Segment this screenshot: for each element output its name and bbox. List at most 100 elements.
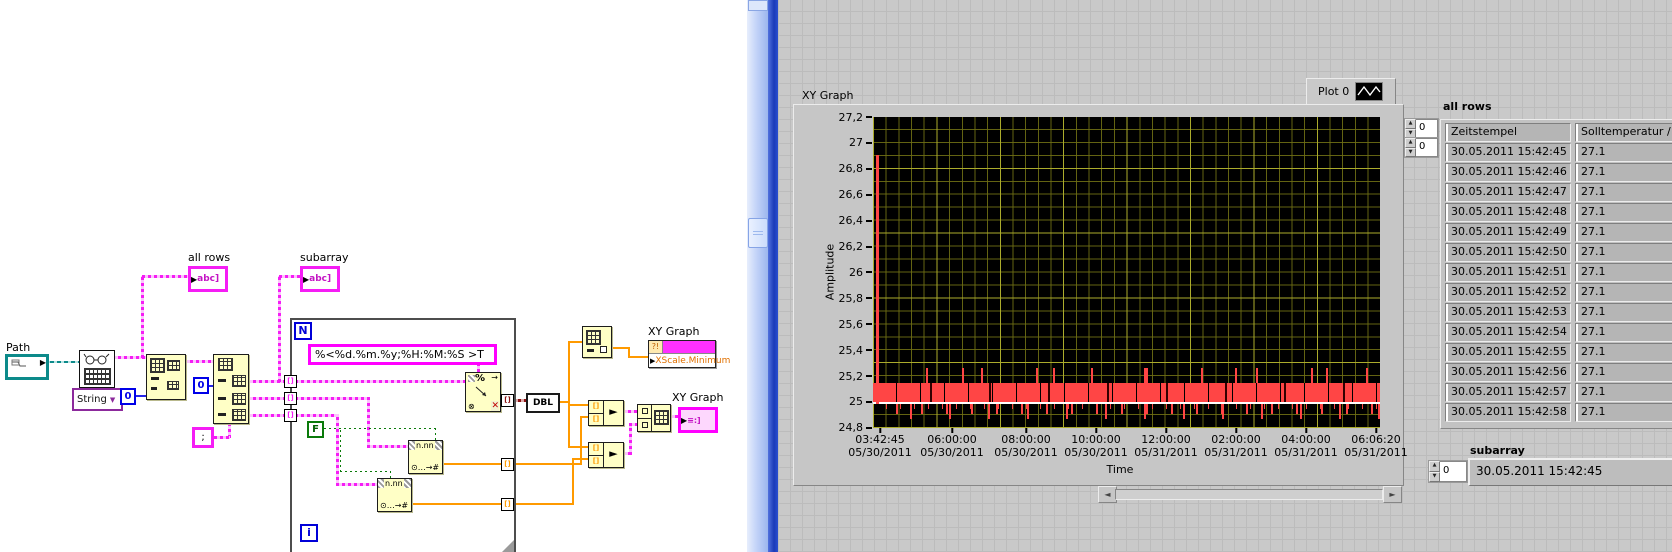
block-diagram-vertical-scrollbar[interactable] [747,0,768,552]
table-row: 30.05.2011 15:42:51 27.1 [1445,263,1672,282]
subarray-index-spinner[interactable]: ▲ ▼ 0 [1428,460,1468,483]
timestamp-cell[interactable]: 30.05.2011 15:42:47 [1445,183,1571,202]
temperature-cell[interactable]: 27.1 [1575,363,1672,382]
plot-legend[interactable]: Plot 0 [1306,78,1396,105]
temperature-cell[interactable]: 27.1 [1575,283,1672,302]
table-row: 30.05.2011 15:42:49 27.1 [1445,223,1672,242]
temperature-cell[interactable]: 27.1 [1575,203,1672,222]
timestamp-cell[interactable]: 30.05.2011 15:42:51 [1445,263,1571,282]
path-control[interactable]: ▶ [5,354,49,380]
index-constant-0[interactable]: 0 [120,388,136,405]
column-index-value[interactable]: 0 [1416,138,1438,157]
false-constant[interactable]: F [307,421,324,438]
subarray-string-element[interactable]: 30.05.2011 15:42:45 [1468,458,1672,486]
timestamp-cell[interactable]: 30.05.2011 15:42:48 [1445,203,1571,222]
timestamp-cell[interactable]: 30.05.2011 15:42:53 [1445,303,1571,322]
increment-button[interactable]: ▲ [1405,138,1416,148]
timestamp-cell[interactable]: 30.05.2011 15:42:57 [1445,383,1571,402]
temperature-cell[interactable]: 27.1 [1575,323,1672,342]
temperature-cell[interactable]: 27.1 [1575,303,1672,322]
string-type-selector[interactable]: String ▼ [72,388,123,411]
temperature-cell[interactable]: 27.1 [1575,183,1672,202]
tunnel-icon: [] [284,392,297,405]
to-double-conversion[interactable]: DBL [526,393,560,413]
subarray-index-value[interactable]: 0 [1440,461,1467,482]
read-spreadsheet-file-node[interactable] [79,350,115,388]
array-grid-icon [232,409,246,421]
table-row: 30.05.2011 15:42:46 27.1 [1445,163,1672,182]
y-tick: 27 [849,136,872,149]
bundle-node[interactable]: [] [] ► [588,442,624,468]
y-tick-mark [866,167,872,170]
table-column-index-spinner[interactable]: ▲ ▼ 0 [1404,137,1439,158]
timestamp-cell[interactable]: 30.05.2011 15:42:49 [1445,223,1571,242]
timestamp-cell[interactable]: 30.05.2011 15:42:52 [1445,283,1571,302]
percent-icon: % [475,373,486,384]
temperature-cell[interactable]: 27.1 [1575,343,1672,362]
y-tick: 25,6 [839,318,872,331]
y-tick-mark [866,193,872,196]
timestamp-cell[interactable]: 30.05.2011 15:42:55 [1445,343,1571,362]
xy-graph-property-node[interactable]: ?! ▶ XScale.Minimum [648,340,730,368]
timestamp-cell[interactable]: 30.05.2011 15:42:58 [1445,403,1571,422]
graph-scrollbar-track[interactable] [1115,489,1383,500]
property-name[interactable]: XScale.Minimum [655,356,730,366]
temperature-cell[interactable]: 27.1 [1575,223,1672,242]
scan-from-string-node[interactable]: % → ⊗ ✕ [465,372,501,412]
element-dots-icon [218,379,226,382]
graph-title: XY Graph [802,89,854,102]
table-header-cell[interactable]: Solltemperatur / °C [1575,123,1672,142]
increment-button[interactable]: ▲ [1429,461,1440,472]
to-number-glyph: ⊙…→# [411,463,440,472]
loop-count-terminal: N [294,322,312,340]
all-rows-terminal[interactable]: ▶ abc] [188,266,228,292]
circled-dot-icon: ⊗ [468,402,475,411]
xy-graph-terminal[interactable]: ▶ ≡:] [678,407,718,433]
timestamp-cell[interactable]: 30.05.2011 15:42:54 [1445,323,1571,342]
y-axis-scale[interactable]: 27,2 27 26,8 26,6 26,4 26,2 26 25,8 25,6 25,4 25,2… [808,111,872,434]
temperature-cell[interactable]: 27.1 [1575,383,1672,402]
index-array-node[interactable] [213,354,249,424]
temperature-cell[interactable]: 27.1 [1575,403,1672,422]
index-array-node-small[interactable] [582,326,612,358]
temperature-cell[interactable]: 27.1 [1575,143,1672,162]
decrement-button[interactable]: ▼ [1405,147,1416,157]
table-row-index-spinner[interactable]: ▲ ▼ 0 [1404,118,1439,139]
row-index-value[interactable]: 0 [1416,119,1438,138]
checker-icon [468,375,475,382]
fract-string-to-number-node[interactable]: n.nn ⊙…→# [408,440,443,474]
up-arrow-icon: ▲ [1408,139,1413,145]
x-axis-scale[interactable]: 03:42:45 05/30/2011 06:00:00 05/30/2011 … [848,428,1408,462]
down-arrow-icon: ▼ [1432,472,1437,479]
build-array-node[interactable] [637,404,671,432]
timestamp-cell[interactable]: 30.05.2011 15:42:56 [1445,363,1571,382]
bundle-arrow-icon: ► [609,405,618,418]
temperature-cell[interactable]: 27.1 [1575,243,1672,262]
wire-dbl [568,341,570,448]
all-rows-table[interactable]: Zeitstempel Solltemperatur / °C 30.05.20… [1440,119,1672,429]
timestamp-cell[interactable]: 30.05.2011 15:42:45 [1445,143,1571,162]
increment-button[interactable]: ▲ [1405,119,1416,129]
temperature-cell[interactable]: 27.1 [1575,163,1672,182]
graph-scroll-right-button[interactable]: ► [1383,486,1402,503]
bundle-node[interactable]: [] [] ► [588,400,624,426]
subarray-terminal[interactable]: ▶ abc] [300,266,340,292]
timestamp-cell[interactable]: 30.05.2011 15:42:46 [1445,163,1571,182]
scrollbar-top-button[interactable] [748,0,768,11]
temperature-cell[interactable]: 27.1 [1575,263,1672,282]
index-constant-0b[interactable]: 0 [193,377,209,394]
labview-screenshot: Path all rows subarray ▶ String ▼ 0 0 ; … [0,0,1672,552]
element-dots-icon [587,349,594,352]
to-number-glyph: ⊙…→# [380,501,409,510]
delimiter-constant[interactable]: ; [192,427,214,448]
fract-string-to-number-node[interactable]: n.nn ⊙…→# [377,478,412,512]
spreadsheet-grid-icon [84,368,111,385]
spreadsheet-string-to-array-node[interactable] [146,354,186,400]
plot-area[interactable] [873,117,1380,428]
scrollbar-thumb[interactable] [748,218,768,248]
format-string-constant[interactable]: %<%d.%m.%y;%H:%M:%S >T [308,344,497,365]
timestamp-cell[interactable]: 30.05.2011 15:42:50 [1445,243,1571,262]
x-tick: 08:00:00 05/30/2011 [994,428,1058,459]
table-header-cell[interactable]: Zeitstempel [1445,123,1571,142]
decrement-button[interactable]: ▼ [1429,471,1440,482]
